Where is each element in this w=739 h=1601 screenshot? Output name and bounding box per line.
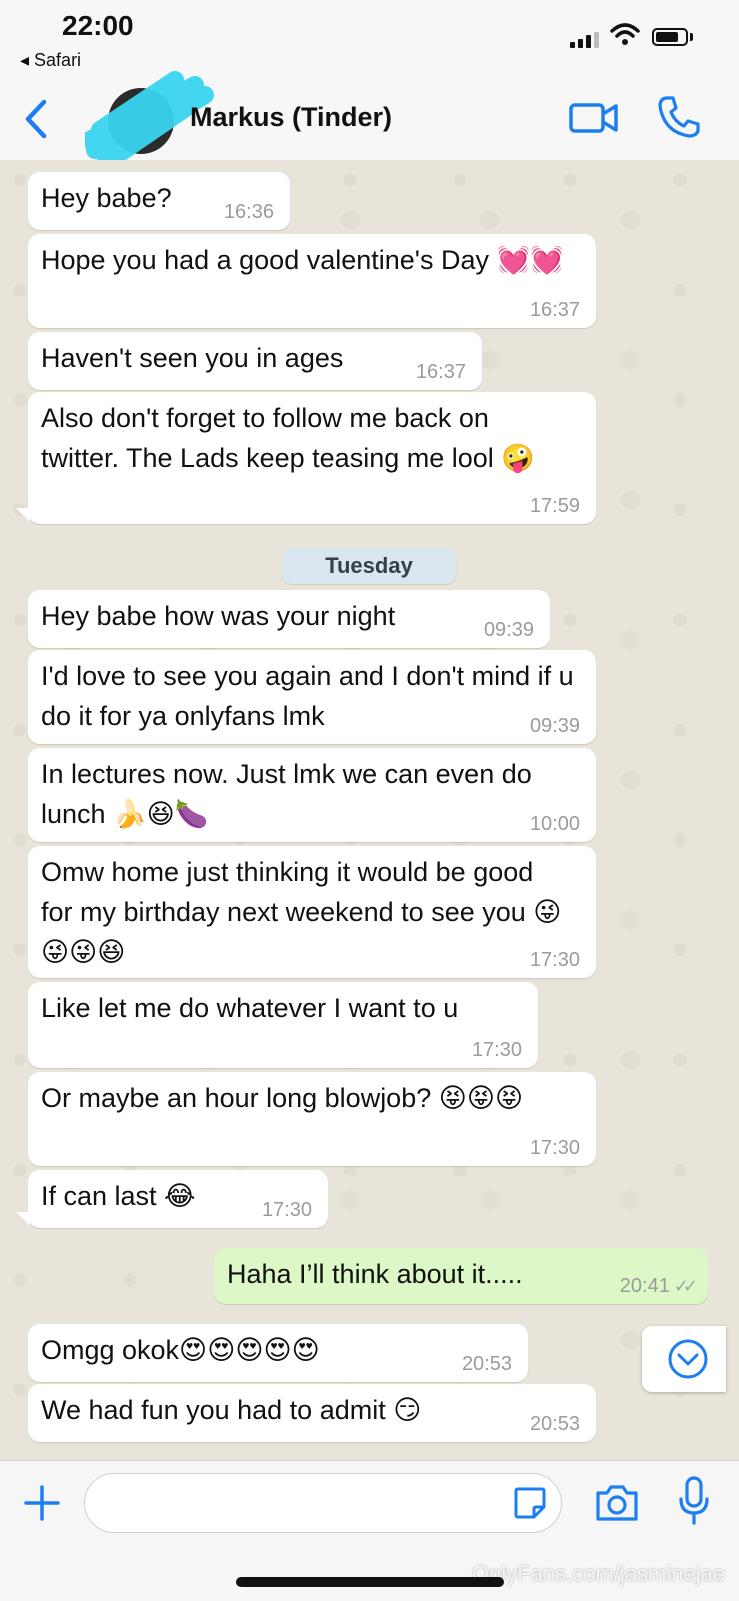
video-call-button[interactable] [568, 98, 620, 138]
cellular-signal-icon [570, 30, 602, 48]
message-text: In lectures now. Just lmk we can even do… [41, 759, 532, 829]
phone-icon [658, 96, 700, 138]
message-time: 16:36 [223, 201, 274, 223]
message-bubble[interactable]: Hey babe how was your night 09:39 [28, 590, 550, 648]
voice-message-button[interactable] [676, 1475, 712, 1527]
message-text: Omw home just thinking it would be good … [41, 857, 562, 967]
message-time: 17:30 [471, 1039, 522, 1061]
wifi-icon [610, 22, 640, 51]
message-text: I'd love to see you again and I don't mi… [41, 661, 574, 731]
message-bubble[interactable]: Like let me do whatever I want to u 17:3… [28, 982, 538, 1068]
message-text: We had fun you had to admit 😏 [41, 1395, 422, 1425]
message-bubble[interactable]: Haven't seen you in ages 16:37 [28, 332, 482, 390]
message-time: 20:41 ✓✓ [619, 1274, 698, 1298]
message-time: 20:53 [529, 1413, 580, 1435]
battery-icon [652, 28, 688, 46]
camera-button[interactable] [594, 1481, 640, 1525]
message-bubble[interactable]: If can last 😂 17:30 [28, 1170, 328, 1228]
message-text: Hey babe how was your night [41, 601, 396, 631]
watermark-text: OnlyFans.com/jasminejae [472, 1561, 726, 1586]
contact-name[interactable]: Markus (Tinder) [190, 102, 392, 133]
message-bubble[interactable]: Also don't forget to follow me back on t… [28, 392, 596, 524]
chat-header: Markus (Tinder) [0, 71, 739, 169]
message-bubble[interactable]: Omgg okok😍😍😍😍😍 20:53 [28, 1324, 528, 1382]
composer-bar: OnlyFans.com/jasminejae [0, 1460, 739, 1601]
message-bubble[interactable]: I'd love to see you again and I don't mi… [28, 650, 596, 744]
message-text: Like let me do whatever I want to u [41, 993, 459, 1023]
microphone-icon [679, 1476, 709, 1525]
read-ticks-icon: ✓✓ [673, 1276, 698, 1296]
message-time: 09:39 [483, 619, 534, 641]
plus-icon [24, 1485, 60, 1521]
message-time: 16:37 [529, 299, 580, 321]
message-text: Haven't seen you in ages [41, 343, 344, 373]
sticker-button[interactable] [512, 1485, 548, 1521]
chevron-down-circle-icon [668, 1339, 708, 1379]
message-time-value: 20:41 [619, 1275, 670, 1297]
message-bubble[interactable]: Omw home just thinking it would be good … [28, 846, 596, 978]
message-time: 17:59 [529, 495, 580, 517]
message-time: 17:30 [261, 1199, 312, 1221]
message-time: 10:00 [529, 813, 580, 835]
message-bubble[interactable]: In lectures now. Just lmk we can even do… [28, 748, 596, 842]
attach-button[interactable] [22, 1483, 62, 1523]
message-list[interactable]: Hey babe? 16:36 Hope you had a good vale… [0, 160, 739, 1460]
message-time: 17:30 [529, 1137, 580, 1159]
message-time: 17:30 [529, 949, 580, 971]
message-time: 20:53 [461, 1353, 512, 1375]
message-text: Or maybe an hour long blowjob? 😝😝😝 [41, 1083, 524, 1113]
message-time: 09:39 [529, 715, 580, 737]
message-text: Also don't forget to follow me back on t… [41, 403, 535, 473]
back-to-safari-link[interactable]: ◂ Safari [20, 50, 81, 71]
message-bubble[interactable]: Hope you had a good valentine's Day 💓💓 1… [28, 234, 596, 328]
date-separator: Tuesday [282, 548, 456, 584]
message-time: 16:37 [415, 361, 466, 383]
sticker-icon [514, 1487, 546, 1519]
scroll-to-bottom-button[interactable] [642, 1326, 726, 1392]
bubble-tail [16, 1212, 30, 1226]
bubble-tail [16, 508, 30, 522]
chevron-left-icon [25, 99, 47, 139]
message-bubble-outgoing[interactable]: Haha I’ll think about it..... 20:41 ✓✓ [214, 1248, 708, 1304]
message-text: Hope you had a good valentine's Day 💓💓 [41, 245, 564, 275]
message-bubble[interactable]: Hey babe? 16:36 [28, 172, 290, 230]
message-text: Omgg okok😍😍😍😍😍 [41, 1335, 320, 1365]
camera-icon [596, 1485, 638, 1521]
message-input[interactable] [84, 1473, 562, 1533]
status-time: 22:00 [62, 10, 134, 41]
voice-call-button[interactable] [656, 94, 700, 140]
message-bubble[interactable]: Or maybe an hour long blowjob? 😝😝😝 17:30 [28, 1072, 596, 1166]
back-button[interactable] [18, 96, 58, 142]
video-camera-icon [569, 103, 618, 133]
message-bubble[interactable]: We had fun you had to admit 😏 20:53 [28, 1384, 596, 1442]
home-indicator[interactable] [236, 1577, 504, 1587]
